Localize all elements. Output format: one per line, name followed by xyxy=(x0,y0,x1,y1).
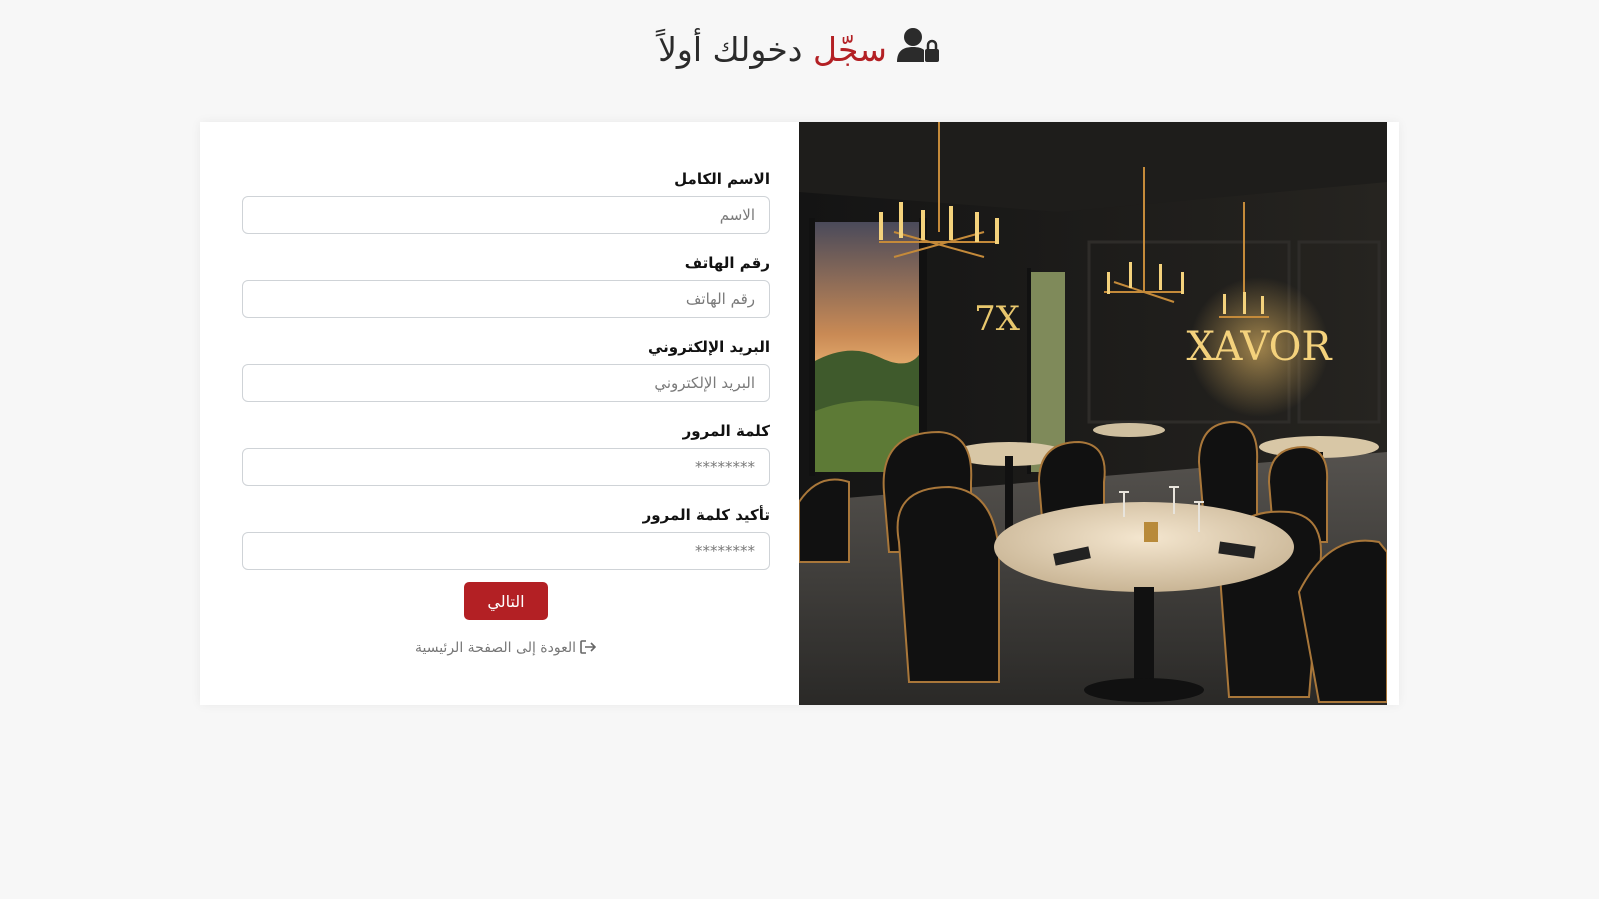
restaurant-photo: 7X XAVOR xyxy=(799,122,1387,705)
full-name-input[interactable] xyxy=(242,196,770,234)
password-field: كلمة المرور xyxy=(242,420,770,486)
next-button[interactable]: التالي xyxy=(464,582,548,620)
back-link-label: العودة إلى الصفحة الرئيسية xyxy=(414,640,577,656)
sign-small: 7X xyxy=(974,299,1021,339)
phone-field: رقم الهاتف xyxy=(242,252,770,318)
phone-label: رقم الهاتف xyxy=(684,254,770,272)
full-name-label: الاسم الكامل xyxy=(674,170,770,188)
password-label: كلمة المرور xyxy=(682,422,770,440)
email-field: البريد الإلكتروني xyxy=(242,336,770,402)
password-input[interactable] xyxy=(242,448,770,486)
sign-out-icon xyxy=(580,640,597,658)
confirm-password-input[interactable] xyxy=(242,532,770,570)
user-lock-icon xyxy=(896,27,941,76)
back-to-home-link[interactable]: العودة إلى الصفحة الرئيسية xyxy=(212,640,799,658)
page-title: سجّل دخولك أولاً xyxy=(0,26,1599,76)
full-name-field: الاسم الكامل xyxy=(242,168,770,234)
signup-card: 7X XAVOR الاسم الكامل الاسم رقم الهاتف ر… xyxy=(200,122,1399,705)
phone-input[interactable] xyxy=(242,280,770,318)
signup-form: الاسم الكامل رقم الهاتف البريد الإلكترون… xyxy=(212,122,799,705)
title-accent: سجّل xyxy=(812,30,887,69)
sign-large: XAVOR xyxy=(1186,324,1333,370)
confirm-password-label: تأكيد كلمة المرور xyxy=(642,506,770,524)
email-label: البريد الإلكتروني xyxy=(648,338,770,356)
title-rest: دخولك أولاً xyxy=(658,30,813,69)
page: سجّل دخولك أولاً 7X XAVOR الاسم الكامل ا… xyxy=(0,0,1599,899)
email-input[interactable] xyxy=(242,364,770,402)
confirm-password-field: تأكيد كلمة المرور xyxy=(242,504,770,570)
